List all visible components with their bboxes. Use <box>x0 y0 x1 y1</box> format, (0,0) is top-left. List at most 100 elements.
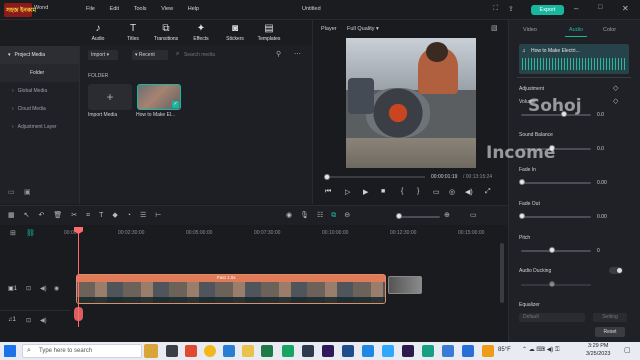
camera-icon[interactable]: ◎ <box>449 188 455 196</box>
sidebar-item-global-media[interactable]: › Global Media <box>0 82 79 100</box>
filmora-icon[interactable] <box>422 345 434 357</box>
tray-icons[interactable]: ⌃ ☁ ⌨ ◀) ⚿ <box>522 346 560 354</box>
excel-icon[interactable] <box>261 345 273 357</box>
widget-icon[interactable] <box>144 344 158 358</box>
mic-icon[interactable]: 🎙 <box>300 212 309 219</box>
mark-in-icon[interactable]: { <box>401 188 403 195</box>
tool-templates[interactable]: ▤ Templates <box>255 23 283 42</box>
delete-icon[interactable]: 🗑 <box>53 212 62 219</box>
ducking-slider[interactable] <box>521 284 591 286</box>
sidebar-item-adjustment-layer[interactable]: › Adjustment Layer <box>0 118 79 136</box>
timeline-scrollbar[interactable] <box>500 243 504 303</box>
menu-file[interactable]: File <box>86 6 95 12</box>
fadeout-slider[interactable] <box>521 216 591 218</box>
reset-button[interactable]: Reset <box>595 327 625 337</box>
display-icon[interactable]: ▭ <box>433 188 440 196</box>
speaker-icon[interactable]: ◀) <box>40 285 47 292</box>
premiere-icon-2[interactable] <box>402 345 414 357</box>
sidebar-item-project-media[interactable]: ▾ Project Media <box>0 46 79 64</box>
player-progress-handle[interactable] <box>324 174 330 180</box>
menu-tools[interactable]: Tools <box>134 6 147 12</box>
snapshot-icon[interactable]: ▧ <box>491 24 498 32</box>
zoom-handle[interactable] <box>396 213 402 219</box>
lock-icon[interactable]: ⊡ <box>26 317 31 324</box>
fadein-value[interactable]: 0.00 <box>597 180 607 186</box>
step-back-icon[interactable]: ▷ <box>345 188 350 196</box>
text-icon[interactable]: T <box>99 212 103 219</box>
eye-icon[interactable]: ◉ <box>54 285 59 292</box>
mark-out-icon[interactable]: } <box>417 188 419 195</box>
speaker-icon[interactable]: ◀) <box>40 317 47 324</box>
snap-icon[interactable]: ⧉ <box>331 212 336 219</box>
end-clip[interactable] <box>388 276 422 294</box>
file-explorer-icon[interactable] <box>242 345 254 357</box>
skip-back-icon[interactable]: ⏮ <box>325 188 331 196</box>
premiere-icon[interactable] <box>322 345 334 357</box>
search-input[interactable] <box>184 50 264 60</box>
task-view-icon[interactable] <box>166 345 178 357</box>
tab-video[interactable]: Video <box>523 27 537 33</box>
pitch-slider[interactable] <box>521 250 591 252</box>
chrome-icon[interactable] <box>204 345 216 357</box>
export-button[interactable]: Export <box>531 5 564 15</box>
new-folder-icon[interactable]: ▭ <box>8 188 15 196</box>
render-icon[interactable]: ◉ <box>286 212 292 219</box>
zoom-slider[interactable] <box>398 216 440 218</box>
crop-icon[interactable]: ⌗ <box>86 212 90 219</box>
split-icon[interactable]: ⊢ <box>155 212 161 219</box>
tab-audio[interactable]: Audio <box>569 27 583 33</box>
menu-edit[interactable]: Edit <box>110 6 119 12</box>
volume-value[interactable]: 0.0 <box>597 112 604 118</box>
audio-clip-card[interactable]: ♫ How to Make Electri... <box>519 44 629 74</box>
grid-icon[interactable]: ▦ <box>8 212 15 219</box>
playhead-marker[interactable] <box>74 307 83 321</box>
list-icon[interactable]: ☷ <box>317 212 323 219</box>
cut-icon[interactable]: ✂ <box>71 212 77 219</box>
app-icon-3[interactable] <box>342 345 354 357</box>
adjust-icon[interactable]: ☰ <box>140 212 146 219</box>
tab-color[interactable]: Color <box>603 27 616 33</box>
keyframe-icon[interactable]: ◇ <box>613 84 618 92</box>
close-icon[interactable]: ✕ <box>622 4 629 13</box>
pitch-handle[interactable] <box>549 247 555 253</box>
keyframe-icon[interactable]: ◇ <box>613 97 618 105</box>
skype-icon[interactable] <box>362 345 374 357</box>
upload-icon[interactable]: ⇪ <box>508 5 514 13</box>
tool-stickers[interactable]: ◙ Stickers <box>221 23 249 42</box>
sidebar-item-cloud-media[interactable]: › Cloud Media <box>0 100 79 118</box>
menu-view[interactable]: View <box>161 6 173 12</box>
pitch-value[interactable]: 0 <box>597 248 600 254</box>
maximize-icon[interactable]: □ <box>598 4 602 11</box>
equalizer-dropdown[interactable]: Default <box>519 313 585 322</box>
balance-value[interactable]: 0.0 <box>597 146 604 152</box>
player-progress-track[interactable] <box>325 176 425 178</box>
tool-transitions[interactable]: ⧉ Transitions <box>152 23 180 42</box>
sort-dropdown[interactable]: ▾ Recent <box>132 50 168 60</box>
expand-icon[interactable]: ⤢ <box>485 188 491 196</box>
tool-audio[interactable]: ♪ Audio <box>84 23 112 42</box>
link-icon[interactable]: ⛓ <box>26 229 35 237</box>
quality-dropdown[interactable]: Full Quality ▾ <box>347 26 379 32</box>
minimize-icon[interactable]: – <box>574 4 578 13</box>
import-dropdown[interactable]: Import ▾ <box>88 50 118 60</box>
cursor-icon[interactable]: ↖ <box>24 212 30 219</box>
fadeout-handle[interactable] <box>519 213 525 219</box>
windows-start-icon[interactable] <box>4 345 16 357</box>
app-icon-4[interactable] <box>442 345 454 357</box>
fadeout-value[interactable]: 0.00 <box>597 214 607 220</box>
sidebar-item-folder[interactable]: Folder <box>0 64 79 82</box>
undo-icon[interactable]: ↶ <box>39 212 45 219</box>
video-preview[interactable] <box>346 38 476 168</box>
lock-icon[interactable]: ⊡ <box>26 285 31 292</box>
add-track-icon[interactable]: ⊞ <box>10 229 16 237</box>
edge-icon[interactable] <box>223 345 235 357</box>
volume-icon[interactable]: ◀) <box>465 188 473 196</box>
media-clip-thumbnail[interactable]: ✓ <box>137 84 181 110</box>
more-icon[interactable]: ⋯ <box>294 50 301 58</box>
play-icon[interactable]: ▶ <box>363 188 368 196</box>
speed-icon[interactable]: ◔ <box>127 212 131 219</box>
equalizer-setting-button[interactable]: Setting <box>593 313 627 322</box>
ducking-handle[interactable] <box>549 281 555 287</box>
photoshop-icon[interactable] <box>382 345 394 357</box>
stop-icon[interactable]: ■ <box>381 188 385 195</box>
